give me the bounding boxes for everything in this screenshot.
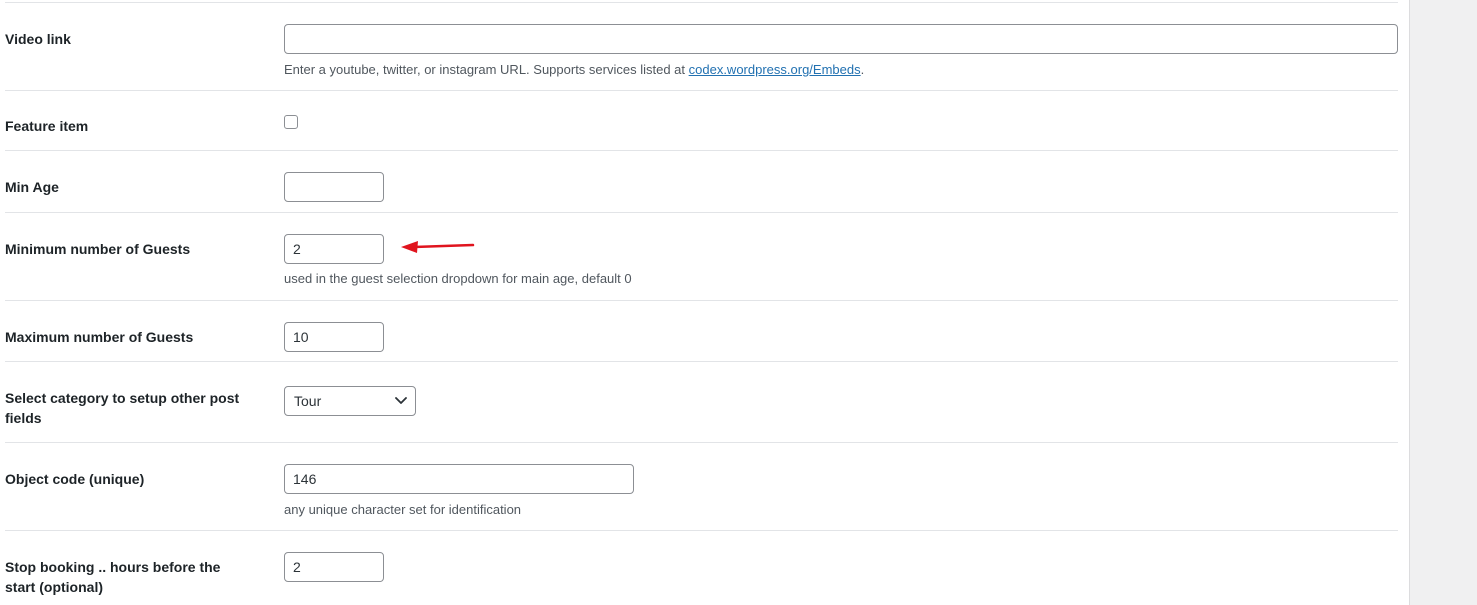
right-sidebar xyxy=(1409,0,1477,605)
chevron-down-icon xyxy=(395,397,407,404)
object-code-description: any unique character set for identificat… xyxy=(284,502,522,517)
video-link-label: Video link xyxy=(5,31,71,47)
row-divider xyxy=(5,90,1398,91)
row-divider xyxy=(5,150,1398,151)
min-age-input[interactable] xyxy=(284,172,384,202)
stop-booking-label-line1: Stop booking .. hours before the xyxy=(5,559,221,575)
object-code-label: Object code (unique) xyxy=(5,471,145,487)
category-label-line1: Select category to setup other post xyxy=(5,390,240,406)
embeds-link[interactable]: codex.wordpress.org/Embeds xyxy=(689,62,861,77)
row-divider xyxy=(5,442,1398,443)
min-age-label: Min Age xyxy=(5,179,59,195)
stop-booking-label-line2: start (optional) xyxy=(5,579,103,595)
stop-booking-input[interactable] xyxy=(284,552,384,582)
category-label: Select category to setup other post fiel… xyxy=(5,388,239,428)
video-link-description: Enter a youtube, twitter, or instagram U… xyxy=(284,61,864,79)
category-label-line2: fields xyxy=(5,410,42,426)
video-link-description-suffix: . xyxy=(860,62,865,77)
category-select-value: Tour xyxy=(294,393,322,409)
form-table: Video link Enter a youtube, twitter, or … xyxy=(0,0,1409,605)
feature-item-checkbox[interactable] xyxy=(284,115,298,129)
page: Video link Enter a youtube, twitter, or … xyxy=(0,0,1477,605)
row-divider xyxy=(5,530,1398,531)
row-divider xyxy=(5,361,1398,362)
feature-item-label: Feature item xyxy=(5,118,89,134)
category-select[interactable]: Tour xyxy=(284,386,416,416)
max-guests-label: Maximum number of Guests xyxy=(5,329,194,345)
min-guests-input[interactable] xyxy=(284,234,384,264)
video-link-input[interactable] xyxy=(284,24,1398,54)
row-divider xyxy=(5,212,1398,213)
video-link-description-text: Enter a youtube, twitter, or instagram U… xyxy=(284,62,689,77)
row-divider xyxy=(5,300,1398,301)
red-arrow-left-icon xyxy=(401,241,475,253)
max-guests-input[interactable] xyxy=(284,322,384,352)
object-code-input[interactable] xyxy=(284,464,634,494)
row-divider xyxy=(5,2,1398,3)
min-guests-description: used in the guest selection dropdown for… xyxy=(284,271,632,286)
min-guests-label: Minimum number of Guests xyxy=(5,241,191,257)
stop-booking-label: Stop booking .. hours before the start (… xyxy=(5,557,220,597)
